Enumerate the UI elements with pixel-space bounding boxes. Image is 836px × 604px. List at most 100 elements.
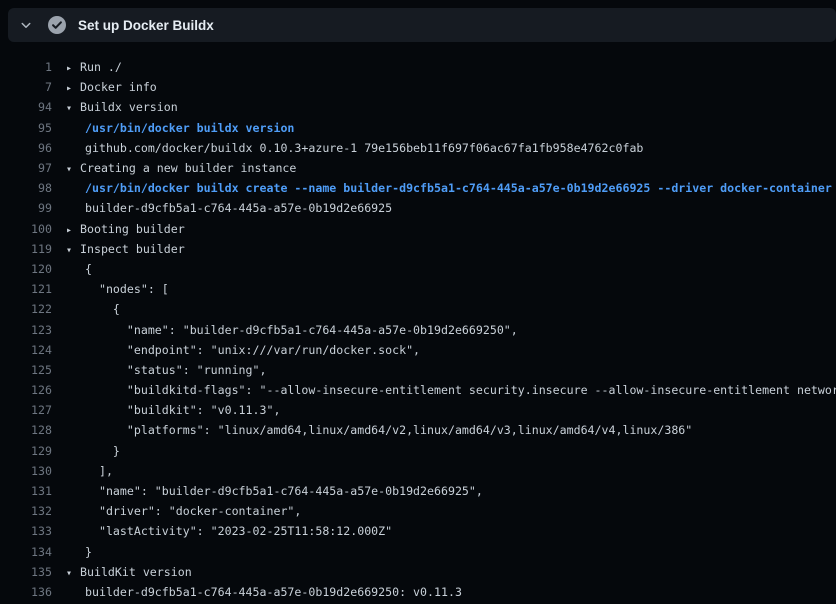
line-number[interactable]: 125 — [0, 363, 52, 377]
group-title[interactable]: BuildKit version — [80, 565, 192, 579]
group-title[interactable]: Inspect builder — [80, 242, 185, 256]
log-line: 135 ▾BuildKit version — [0, 562, 836, 582]
log-line: 121 "nodes": [ — [0, 279, 836, 299]
log-line: 127 "buildkit": "v0.11.3", — [0, 400, 836, 420]
output-text: { — [85, 262, 92, 276]
line-number[interactable]: 131 — [0, 484, 52, 498]
log-line: 7 ▸Docker info — [0, 77, 836, 97]
group-title[interactable]: Booting builder — [80, 222, 185, 236]
output-text: "name": "builder-d9cfb5a1-c764-445a-a57e… — [85, 323, 518, 337]
command-text: /usr/bin/docker buildx create --name bui… — [85, 181, 832, 195]
output-text: "status": "running", — [85, 363, 266, 377]
log-line: 129 } — [0, 441, 836, 461]
log-line: 124 "endpoint": "unix:///var/run/docker.… — [0, 340, 836, 360]
log-line: 119 ▾Inspect builder — [0, 239, 836, 259]
line-number[interactable]: 134 — [0, 545, 52, 559]
log-line: 97 ▾Creating a new builder instance — [0, 158, 836, 178]
triangle-down-icon[interactable]: ▾ — [66, 568, 80, 579]
line-number[interactable]: 100 — [0, 222, 52, 236]
log-line: 132 "driver": "docker-container", — [0, 501, 836, 521]
group-title[interactable]: Creating a new builder instance — [80, 161, 296, 175]
line-number[interactable]: 122 — [0, 302, 52, 316]
triangle-down-icon[interactable]: ▾ — [66, 103, 80, 114]
output-text: github.com/docker/buildx 0.10.3+azure-1 … — [85, 141, 643, 155]
log-line: 120 { — [0, 259, 836, 279]
line-number[interactable]: 132 — [0, 504, 52, 518]
log-line: 133 "lastActivity": "2023-02-25T11:58:12… — [0, 521, 836, 541]
log-line: 100 ▸Booting builder — [0, 219, 836, 239]
line-number[interactable]: 124 — [0, 343, 52, 357]
output-text: "lastActivity": "2023-02-25T11:58:12.000… — [85, 524, 392, 538]
output-text: { — [85, 302, 120, 316]
step-title: Set up Docker Buildx — [78, 18, 214, 33]
line-number[interactable]: 119 — [0, 242, 52, 256]
log-line: 98/usr/bin/docker buildx create --name b… — [0, 178, 836, 198]
log-line: 96 github.com/docker/buildx 0.10.3+azure-… — [0, 138, 836, 158]
output-text: "name": "builder-d9cfb5a1-c764-445a-a57e… — [85, 484, 483, 498]
triangle-right-icon[interactable]: ▸ — [66, 225, 80, 236]
line-number[interactable]: 128 — [0, 423, 52, 437]
log-line: 125 "status": "running", — [0, 360, 836, 380]
line-number[interactable]: 133 — [0, 524, 52, 538]
triangle-down-icon[interactable]: ▾ — [66, 164, 80, 175]
line-number[interactable]: 136 — [0, 585, 52, 599]
group-row[interactable]: ▾Inspect builder — [66, 242, 185, 256]
line-number[interactable]: 99 — [0, 201, 52, 215]
group-row[interactable]: ▸Run ./ — [66, 60, 122, 74]
output-text: "buildkit": "v0.11.3", — [85, 403, 280, 417]
group-title[interactable]: Buildx version — [80, 100, 178, 114]
output-text: "endpoint": "unix:///var/run/docker.sock… — [85, 343, 420, 357]
line-number[interactable]: 7 — [0, 80, 52, 94]
log-line: 134} — [0, 542, 836, 562]
log-body: 1▸Run ./7▸Docker info94▾Buildx version95… — [0, 42, 836, 602]
output-text: ], — [85, 464, 113, 478]
step-header[interactable]: Set up Docker Buildx — [8, 8, 836, 42]
output-text: } — [85, 444, 120, 458]
group-row[interactable]: ▾BuildKit version — [66, 565, 192, 579]
group-row[interactable]: ▸Docker info — [66, 80, 157, 94]
group-row[interactable]: ▸Booting builder — [66, 222, 185, 236]
line-number[interactable]: 135 — [0, 565, 52, 579]
chevron-down-icon[interactable] — [18, 17, 34, 33]
line-number[interactable]: 95 — [0, 121, 52, 135]
actions-log-viewer: Set up Docker Buildx 1▸Run ./7▸Docker in… — [0, 8, 836, 602]
output-text: builder-d9cfb5a1-c764-445a-a57e-0b19d2e6… — [85, 585, 462, 599]
output-text: builder-d9cfb5a1-c764-445a-a57e-0b19d2e6… — [85, 201, 392, 215]
line-number[interactable]: 97 — [0, 161, 52, 175]
output-text: } — [85, 545, 92, 559]
command-text: /usr/bin/docker buildx version — [85, 121, 294, 135]
output-text: "platforms": "linux/amd64,linux/amd64/v2… — [85, 423, 692, 437]
line-number[interactable]: 121 — [0, 282, 52, 296]
triangle-right-icon[interactable]: ▸ — [66, 63, 80, 74]
line-number[interactable]: 123 — [0, 323, 52, 337]
output-text: "nodes": [ — [85, 282, 169, 296]
output-text: "driver": "docker-container", — [85, 504, 301, 518]
log-line: 95/usr/bin/docker buildx version — [0, 118, 836, 138]
line-number[interactable]: 96 — [0, 141, 52, 155]
log-line: 128 "platforms": "linux/amd64,linux/amd6… — [0, 420, 836, 440]
group-row[interactable]: ▾Creating a new builder instance — [66, 161, 296, 175]
output-text: "buildkitd-flags": "--allow-insecure-ent… — [85, 383, 836, 397]
line-number[interactable]: 129 — [0, 444, 52, 458]
group-title[interactable]: Docker info — [80, 80, 157, 94]
line-number[interactable]: 120 — [0, 262, 52, 276]
line-number[interactable]: 98 — [0, 181, 52, 195]
log-line: 94 ▾Buildx version — [0, 97, 836, 117]
line-number[interactable]: 130 — [0, 464, 52, 478]
group-title[interactable]: Run ./ — [80, 60, 122, 74]
log-line: 123 "name": "builder-d9cfb5a1-c764-445a-… — [0, 319, 836, 339]
check-circle-icon — [48, 16, 66, 34]
log-line: 99 builder-d9cfb5a1-c764-445a-a57e-0b19d2… — [0, 198, 836, 218]
log-line: 122 { — [0, 299, 836, 319]
triangle-right-icon[interactable]: ▸ — [66, 83, 80, 94]
line-number[interactable]: 127 — [0, 403, 52, 417]
line-number[interactable]: 126 — [0, 383, 52, 397]
log-line: 130 ], — [0, 461, 836, 481]
line-number[interactable]: 1 — [0, 60, 52, 74]
group-row[interactable]: ▾Buildx version — [66, 100, 178, 114]
log-line: 126 "buildkitd-flags": "--allow-insecure… — [0, 380, 836, 400]
log-line: 131 "name": "builder-d9cfb5a1-c764-445a-… — [0, 481, 836, 501]
line-number[interactable]: 94 — [0, 100, 52, 114]
triangle-down-icon[interactable]: ▾ — [66, 245, 80, 256]
log-line: 1 ▸Run ./ — [0, 57, 836, 77]
